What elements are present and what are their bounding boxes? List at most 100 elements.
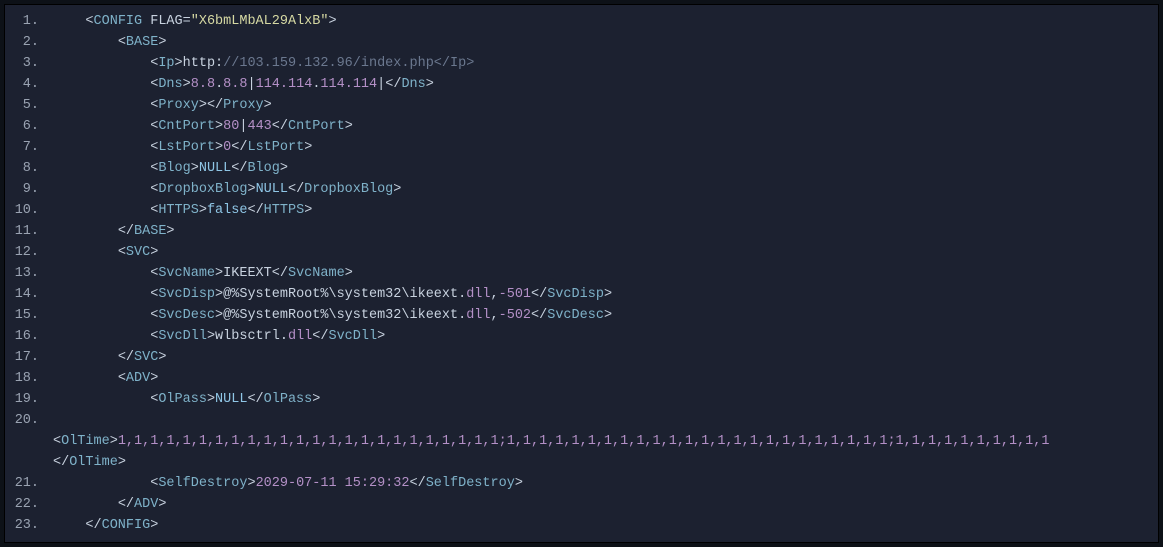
code-line[interactable]: 7. <LstPort>0</LstPort> [5,137,1158,158]
code-line[interactable]: 16. <SvcDll>wlbsctrl.dll</SvcDll> [5,326,1158,347]
line-number: 5. [5,95,53,116]
code-content[interactable]: </ADV> [53,494,1158,515]
code-token: </ [272,119,288,134]
code-token: > [150,245,158,260]
code-token: CONFIG [94,14,143,29]
code-line[interactable]: 22. </ADV> [5,494,1158,515]
code-token: LstPort [158,140,215,155]
code-content[interactable]: <DropboxBlog>NULL</DropboxBlog> [53,179,1158,200]
code-line[interactable]: 1. <CONFIG FLAG="X6bmLMbAL29AlxB"> [5,11,1158,32]
code-content[interactable]: <OlTime>1,1,1,1,1,1,1,1,1,1,1,1,1,1,1,1,… [53,431,1158,452]
code-token: false [207,203,248,218]
code-token: SvcName [158,266,215,281]
code-content[interactable]: </OlTime> [53,452,1158,473]
code-line[interactable]: 13. <SvcName>IKEEXT</SvcName> [5,263,1158,284]
code-token: 2029-07-11 15:29:32 [256,476,410,491]
code-content[interactable]: <SelfDestroy>2029-07-11 15:29:32</SelfDe… [53,473,1158,494]
code-content[interactable]: <ADV> [53,368,1158,389]
code-token: > [328,14,336,29]
code-content[interactable]: <SvcDesc>@%SystemRoot%\system32\ikeext.d… [53,305,1158,326]
code-token: </ [410,476,426,491]
code-line[interactable]: 9. <DropboxBlog>NULL</DropboxBlog> [5,179,1158,200]
code-line[interactable]: 20. [5,410,1158,431]
code-content[interactable]: </CONFIG> [53,515,1158,536]
code-token: 114.114 [256,77,313,92]
code-token: NULL [256,182,288,197]
code-line[interactable]: <OlTime>1,1,1,1,1,1,1,1,1,1,1,1,1,1,1,1,… [5,431,1158,452]
code-token: 1,1,1,1,1,1,1,1,1,1,1,1,1,1,1,1,1,1,1,1,… [118,434,1050,449]
code-content[interactable]: <Proxy></Proxy> [53,95,1158,116]
code-token: </ [118,224,134,239]
code-token: @%SystemRoot%\system32\ikeext. [223,308,466,323]
code-token: SvcDisp [158,287,215,302]
code-content[interactable]: <SVC> [53,242,1158,263]
code-line[interactable]: 21. <SelfDestroy>2029-07-11 15:29:32</Se… [5,473,1158,494]
code-token: > [604,308,612,323]
code-line[interactable]: 12. <SVC> [5,242,1158,263]
code-token: 80 [223,119,239,134]
line-number: 6. [5,116,53,137]
code-content[interactable]: </BASE> [53,221,1158,242]
code-token: NULL [199,161,231,176]
code-line[interactable]: 6. <CntPort>80|443</CntPort> [5,116,1158,137]
code-token: CntPort [288,119,345,134]
code-token: </ [531,287,547,302]
code-content[interactable]: <Dns>8.8.8.8|114.114.114.114|</Dns> [53,74,1158,95]
code-line[interactable]: 18. <ADV> [5,368,1158,389]
code-token: </ [312,329,328,344]
code-content[interactable]: <SvcDll>wlbsctrl.dll</SvcDll> [53,326,1158,347]
code-content[interactable]: <OlPass>NULL</OlPass> [53,389,1158,410]
code-content[interactable]: <CONFIG FLAG="X6bmLMbAL29AlxB"> [53,11,1158,32]
code-token: Dns [158,77,182,92]
line-number: 23. [5,515,53,536]
code-content[interactable]: <Ip>http://103.159.132.96/index.php</Ip> [53,53,1158,74]
code-content[interactable]: <CntPort>80|443</CntPort> [53,116,1158,137]
code-line[interactable]: </OlTime> [5,452,1158,473]
code-line[interactable]: 4. <Dns>8.8.8.8|114.114.114.114|</Dns> [5,74,1158,95]
code-line[interactable]: 15. <SvcDesc>@%SystemRoot%\system32\ikee… [5,305,1158,326]
code-token: Ip [158,56,174,71]
code-token: > [215,266,223,281]
code-line[interactable]: 14. <SvcDisp>@%SystemRoot%\system32\ikee… [5,284,1158,305]
code-token: ADV [126,371,150,386]
code-token: </ [118,497,134,512]
code-token: //103.159.132.96/index.php</Ip> [223,56,474,71]
code-line[interactable]: 10. <HTTPS>false</HTTPS> [5,200,1158,221]
code-content[interactable]: </SVC> [53,347,1158,368]
code-line[interactable]: 23. </CONFIG> [5,515,1158,536]
code-content[interactable]: <LstPort>0</LstPort> [53,137,1158,158]
code-token: > [264,98,272,113]
code-token: ADV [134,497,158,512]
code-content[interactable]: <SvcName>IKEEXT</SvcName> [53,263,1158,284]
code-token: > [207,392,215,407]
code-line[interactable]: 2. <BASE> [5,32,1158,53]
code-token: SvcDesc [547,308,604,323]
line-number: 21. [5,473,53,494]
code-token: > [118,455,126,470]
line-number: 11. [5,221,53,242]
code-content[interactable]: <BASE> [53,32,1158,53]
code-token: IKEEXT [223,266,272,281]
code-token: = [183,14,191,29]
code-token: </ [385,77,401,92]
code-content[interactable]: <SvcDisp>@%SystemRoot%\system32\ikeext.d… [53,284,1158,305]
code-line[interactable]: 19. <OlPass>NULL</OlPass> [5,389,1158,410]
code-token: BASE [126,35,158,50]
code-line[interactable]: 11. </BASE> [5,221,1158,242]
code-line[interactable]: 8. <Blog>NULL</Blog> [5,158,1158,179]
code-token: > [158,350,166,365]
code-token: Proxy [158,98,199,113]
code-token: SvcDesc [158,308,215,323]
code-token: CntPort [158,119,215,134]
code-token: | [247,77,255,92]
line-number: 4. [5,74,53,95]
code-line[interactable]: 5. <Proxy></Proxy> [5,95,1158,116]
code-line[interactable]: 17. </SVC> [5,347,1158,368]
code-content[interactable]: <Blog>NULL</Blog> [53,158,1158,179]
code-token: > [199,203,207,218]
code-token: > [175,56,183,71]
code-content[interactable]: <HTTPS>false</HTTPS> [53,200,1158,221]
code-editor[interactable]: 1. <CONFIG FLAG="X6bmLMbAL29AlxB">2. <BA… [4,4,1159,543]
code-line[interactable]: 3. <Ip>http://103.159.132.96/index.php</… [5,53,1158,74]
code-token: > [110,434,118,449]
